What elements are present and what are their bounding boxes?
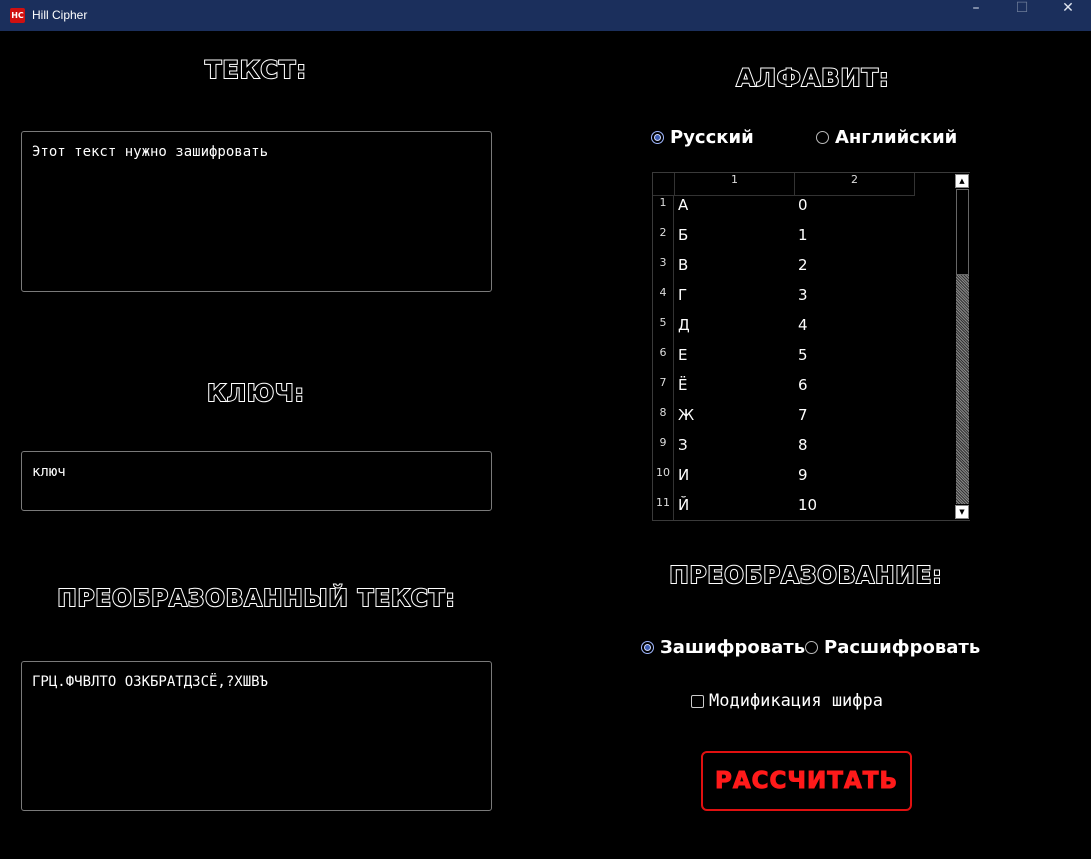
input-text-field[interactable]: Этот текст нужно зашифровать (21, 131, 492, 292)
minimize-button[interactable]: – (953, 0, 999, 31)
radio-english[interactable]: Английский (816, 127, 957, 148)
table-cell-code[interactable]: 6 (798, 376, 908, 406)
radio-decrypt[interactable]: Расшифровать (805, 637, 980, 658)
scroll-up-icon[interactable]: ▲ (955, 174, 969, 188)
maximize-button[interactable]: ☐ (999, 0, 1045, 31)
radio-russian[interactable]: Русский (651, 127, 754, 148)
table-cell-letter[interactable]: Г (678, 286, 788, 316)
modification-checkbox[interactable]: Модификация шифра (691, 691, 883, 711)
table-cell-letter[interactable]: Б (678, 226, 788, 256)
table-corner (653, 173, 675, 196)
row-header[interactable]: 10 (653, 466, 674, 496)
radio-checked-icon[interactable] (651, 131, 664, 144)
app-icon: HC (10, 8, 25, 23)
radio-decrypt-label: Расшифровать (824, 637, 981, 658)
table-cell-letter[interactable]: З (678, 436, 788, 466)
window-title: Hill Cipher (32, 8, 88, 22)
table-cell-code[interactable]: 2 (798, 256, 908, 286)
table-cell-code[interactable]: 7 (798, 406, 908, 436)
radio-russian-label: Русский (670, 127, 754, 148)
calculate-button[interactable]: РАССЧИТАТЬ (701, 751, 912, 811)
row-header[interactable]: 8 (653, 406, 674, 436)
alphabet-table[interactable]: 1 2 1 А 0 2 Б 1 3 В 2 4 Г 3 5 Д 4 6 Е 5 7 Ё 6 8 Ж 7 9 З 8 10 И 9 11 Й 10 (652, 172, 970, 521)
row-header[interactable]: 7 (653, 376, 674, 406)
table-cell-letter[interactable]: И (678, 466, 788, 496)
scroll-thumb[interactable] (956, 189, 969, 275)
table-cell-code[interactable]: 10 (798, 496, 908, 520)
table-cell-letter[interactable]: Д (678, 316, 788, 346)
table-cell-letter[interactable]: Ё (678, 376, 788, 406)
result-heading: ПРЕОБРАЗОВАННЫЙ ТЕКСТ: (56, 585, 456, 613)
scroll-track[interactable] (956, 275, 969, 504)
table-cell-letter[interactable]: В (678, 256, 788, 286)
table-cell-code[interactable]: 4 (798, 316, 908, 346)
close-button[interactable]: ✕ (1045, 0, 1091, 31)
row-header[interactable]: 4 (653, 286, 674, 316)
table-cell-letter[interactable]: Й (678, 496, 788, 520)
row-header[interactable]: 3 (653, 256, 674, 286)
transform-heading: ПРЕОБРАЗОВАНИЕ: (668, 562, 943, 590)
row-header[interactable]: 9 (653, 436, 674, 466)
column-header-2[interactable]: 2 (795, 173, 915, 196)
modification-label: Модификация шифра (709, 691, 883, 711)
alphabet-heading: АЛФАВИТ: (735, 63, 890, 93)
text-heading: ТЕКСТ: (204, 55, 307, 85)
table-cell-letter[interactable]: Ж (678, 406, 788, 436)
row-header[interactable]: 5 (653, 316, 674, 346)
table-cell-code[interactable]: 5 (798, 346, 908, 376)
table-cell-code[interactable]: 1 (798, 226, 908, 256)
row-header[interactable]: 6 (653, 346, 674, 376)
column-header-1[interactable]: 1 (675, 173, 795, 196)
table-cell-code[interactable]: 0 (798, 196, 908, 226)
table-cell-code[interactable]: 3 (798, 286, 908, 316)
table-cell-code[interactable]: 9 (798, 466, 908, 496)
row-header[interactable]: 11 (653, 496, 674, 520)
radio-unchecked-icon[interactable] (816, 131, 829, 144)
row-header[interactable]: 1 (653, 196, 674, 226)
radio-encrypt[interactable]: Зашифровать (641, 637, 805, 658)
table-cell-code[interactable]: 8 (798, 436, 908, 466)
key-field[interactable]: ключ (21, 451, 492, 511)
result-text-field[interactable]: ГРЦ.ФЧВЛТО ОЗКБРАТДЗСЁ,?ХШВЪ (21, 661, 492, 811)
radio-unchecked-icon[interactable] (805, 641, 818, 654)
table-cell-letter[interactable]: Е (678, 346, 788, 376)
title-bar: HC Hill Cipher – ☐ ✕ (0, 0, 1091, 31)
radio-checked-icon[interactable] (641, 641, 654, 654)
checkbox-icon[interactable] (691, 694, 704, 708)
table-scrollbar[interactable]: ▲ ▼ (955, 173, 970, 520)
row-header[interactable]: 2 (653, 226, 674, 256)
radio-encrypt-label: Зашифровать (660, 637, 806, 658)
table-cell-letter[interactable]: А (678, 196, 788, 226)
scroll-down-icon[interactable]: ▼ (955, 505, 969, 519)
key-heading: КЛЮЧ: (206, 380, 305, 408)
radio-english-label: Английский (835, 127, 958, 148)
